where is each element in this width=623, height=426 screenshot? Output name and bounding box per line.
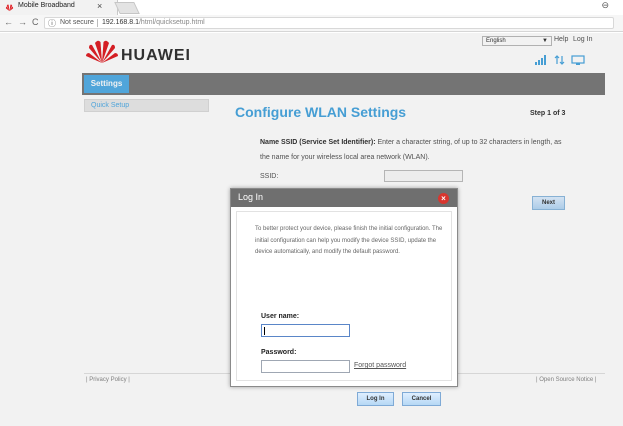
- cancel-button[interactable]: Cancel: [402, 392, 441, 406]
- dialog-message: To better protect your device, please fi…: [255, 226, 443, 255]
- huawei-favicon-icon: [5, 4, 14, 12]
- username-input[interactable]: [261, 324, 350, 337]
- browser-tabbar: Mobile Broadband × ⊖: [0, 0, 623, 15]
- address-bar: ← → C ⓘ Not secure 192.168.8.1/html/quic…: [0, 15, 623, 32]
- login-dialog: Log In × To better protect your device, …: [230, 188, 458, 406]
- dialog-title: Log In: [238, 192, 264, 202]
- url-text: 192.168.8.1/html/quicksetup.html: [102, 19, 205, 26]
- forgot-password-link[interactable]: Forgot password: [354, 362, 406, 369]
- username-label: User name:: [261, 313, 300, 320]
- forward-icon[interactable]: →: [18, 17, 27, 27]
- url-host: 192.168.8.1: [102, 19, 139, 26]
- info-icon[interactable]: ⓘ: [48, 18, 56, 29]
- close-icon[interactable]: ×: [438, 193, 449, 204]
- login-button[interactable]: Log In: [357, 392, 394, 406]
- new-tab-button[interactable]: [114, 2, 140, 14]
- tab-title: Mobile Broadband: [18, 2, 75, 9]
- password-input[interactable]: [261, 360, 350, 373]
- back-icon[interactable]: ←: [4, 17, 13, 27]
- text-caret: [264, 327, 265, 335]
- url-input[interactable]: ⓘ Not secure 192.168.8.1/html/quicksetup…: [44, 17, 614, 29]
- browser-tab[interactable]: Mobile Broadband ×: [0, 0, 118, 15]
- profile-icon[interactable]: ⊖: [601, 0, 609, 11]
- security-label: Not secure: [60, 19, 94, 26]
- url-path: /html/quicksetup.html: [138, 19, 205, 26]
- url-separator: [97, 19, 98, 27]
- reload-icon[interactable]: C: [32, 17, 39, 27]
- tab-close-icon[interactable]: ×: [97, 1, 102, 11]
- password-label: Password:: [261, 349, 297, 356]
- dialog-header: Log In ×: [231, 189, 457, 207]
